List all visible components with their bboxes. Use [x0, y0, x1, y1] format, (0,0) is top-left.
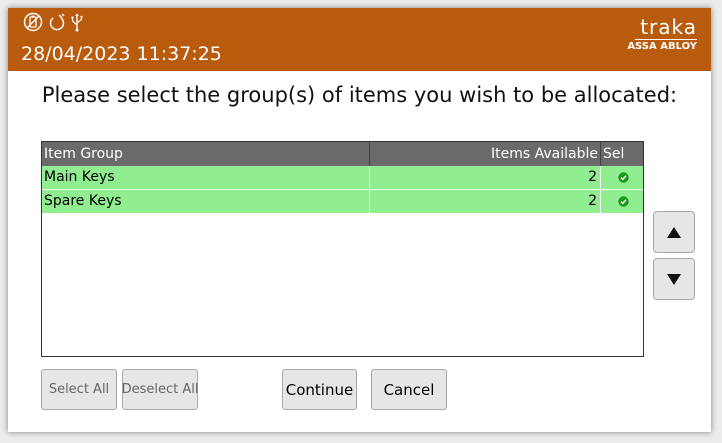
logo-word: traka [640, 15, 697, 39]
sel-cell[interactable] [601, 166, 643, 189]
selected-check-icon [618, 196, 629, 207]
item-group-cell: Main Keys [42, 166, 370, 189]
column-header-sel[interactable]: Sel [601, 142, 643, 166]
scroll-up-button[interactable] [653, 211, 695, 253]
item-group-table[interactable]: Item Group Items Available Sel Main Keys… [41, 141, 644, 357]
deselect-all-button[interactable]: Deselect All [122, 369, 198, 410]
triangle-up-icon [667, 226, 681, 238]
column-header-item-group[interactable]: Item Group [42, 142, 370, 166]
selected-check-icon [618, 172, 629, 183]
traka-logo: traka ASSA ABLOY [615, 16, 697, 62]
cancel-button[interactable]: Cancel [371, 369, 447, 410]
window-frame: 28/04/2023 11:37:25 traka ASSA ABLOY Ple… [8, 8, 711, 432]
usb-icon [71, 12, 83, 36]
column-header-items-available[interactable]: Items Available [370, 142, 601, 166]
logo-sub: ASSA ABLOY [627, 41, 697, 52]
header-bar: 28/04/2023 11:37:25 traka ASSA ABLOY [8, 8, 711, 71]
scroll-down-button[interactable] [653, 258, 695, 300]
items-available-cell: 2 [370, 166, 601, 189]
table-row[interactable]: Main Keys 2 [42, 166, 643, 190]
datetime-display: 28/04/2023 11:37:25 [21, 43, 222, 65]
item-group-cell: Spare Keys [42, 190, 370, 213]
select-all-button[interactable]: Select All [41, 369, 117, 410]
table-row[interactable]: Spare Keys 2 [42, 190, 643, 214]
continue-button[interactable]: Continue [282, 369, 357, 410]
items-available-cell: 2 [370, 190, 601, 213]
triangle-down-icon [667, 273, 681, 285]
table-header: Item Group Items Available Sel [42, 142, 643, 166]
power-icon [48, 12, 66, 36]
sel-cell[interactable] [601, 190, 643, 213]
battery-icon [23, 12, 43, 36]
page-title: Please select the group(s) of items you … [41, 83, 678, 107]
logo-divider [635, 39, 697, 40]
status-icons [23, 12, 83, 36]
